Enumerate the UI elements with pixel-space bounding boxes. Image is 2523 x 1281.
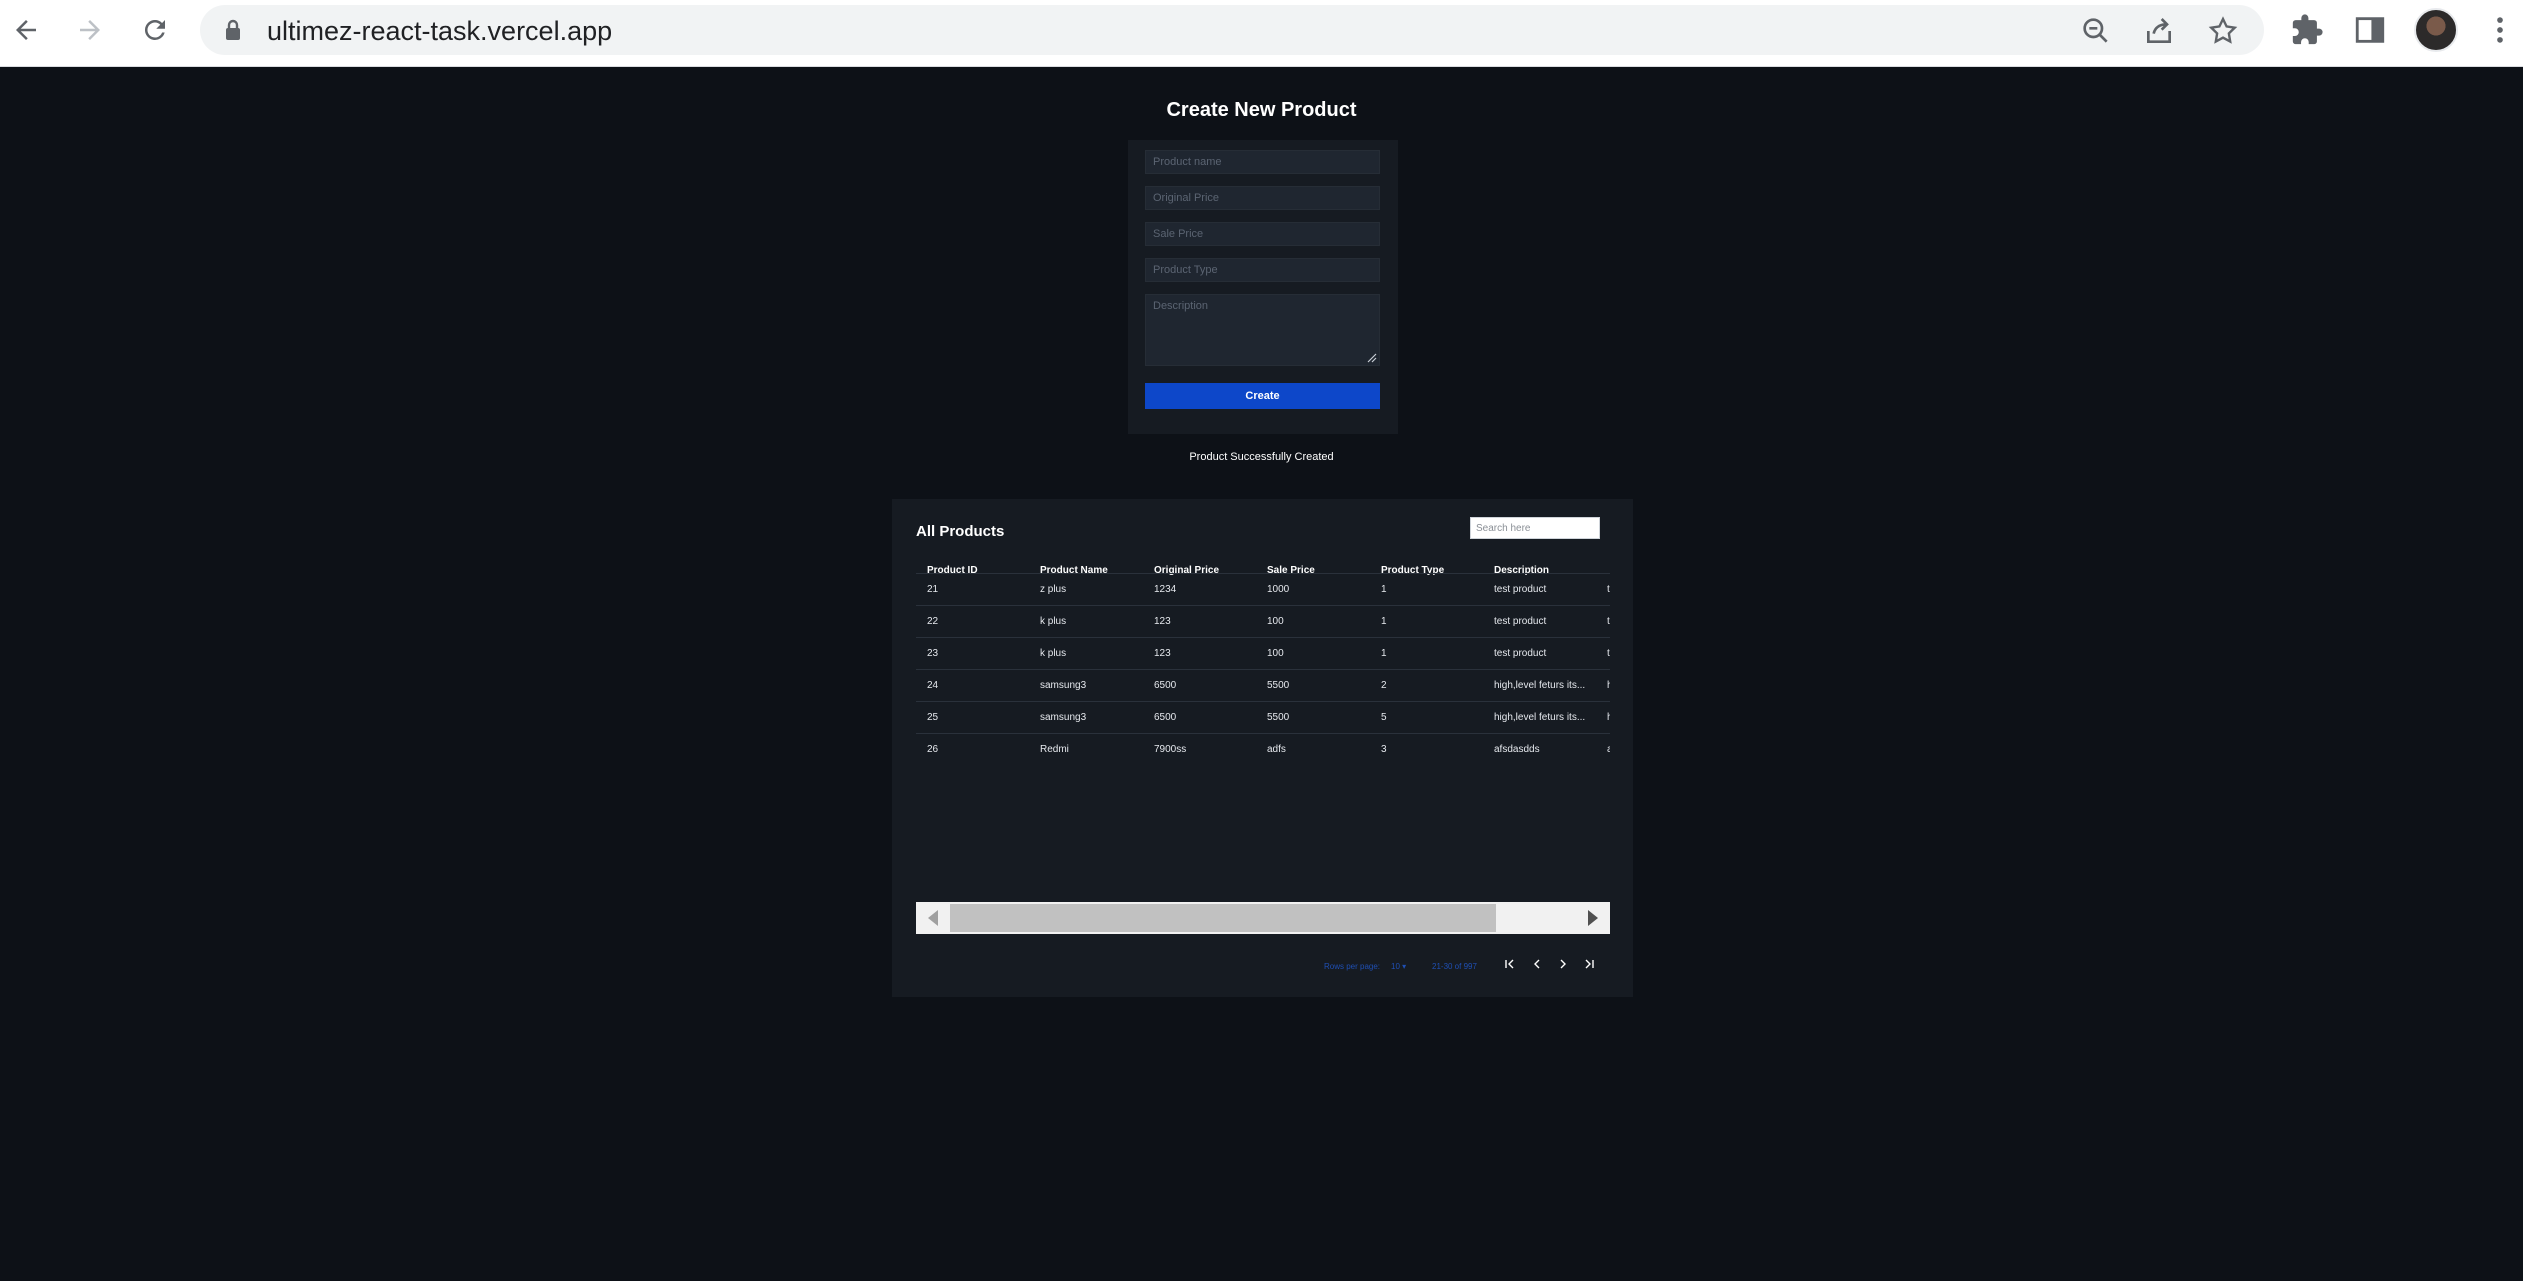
next-page-button[interactable] <box>1555 956 1571 972</box>
rows-per-page-label: Rows per page: <box>1324 962 1381 971</box>
status-message: Product Successfully Created <box>1189 451 1334 463</box>
cell-product-id: 21 <box>927 584 939 595</box>
bookmark-star-icon[interactable] <box>2207 15 2239 47</box>
cell-sale-price: 1000 <box>1267 584 1290 595</box>
forward-arrow-icon <box>80 20 100 40</box>
product-name-input[interactable]: Product name <box>1145 150 1380 174</box>
description-textarea[interactable]: Description <box>1145 294 1380 366</box>
table-row[interactable]: 22 k plus 123 100 1 test product test product <box>916 605 1610 637</box>
cell-description: test product <box>1494 648 1547 659</box>
lock-icon <box>226 19 240 40</box>
rows-per-page-select[interactable]: 10 ▾ <box>1391 962 1406 971</box>
search-input[interactable]: Search here <box>1470 517 1600 539</box>
page-content: Create New Product Product name Original… <box>0 67 2523 1281</box>
cell-truncated: high,level feturs its... <box>1607 680 1610 691</box>
zoom-out-icon[interactable] <box>2080 15 2112 47</box>
cell-description: high,level feturs its... <box>1494 712 1586 723</box>
cell-product-name: z plus <box>1040 584 1067 595</box>
cell-truncated: test product <box>1607 648 1610 659</box>
cell-truncated: high,level feturs its... <box>1607 712 1610 723</box>
scrollbar-thumb[interactable] <box>950 904 1496 932</box>
cell-original-price: 6500 <box>1154 712 1177 723</box>
cell-product-name: samsung3 <box>1040 680 1087 691</box>
create-button[interactable]: Create <box>1145 383 1380 409</box>
cell-original-price: 1234 <box>1154 584 1177 595</box>
cell-product-id: 24 <box>927 680 939 691</box>
extensions-puzzle-icon[interactable] <box>2290 13 2324 47</box>
chevron-left-icon <box>1534 959 1540 969</box>
table-row[interactable]: 21 z plus 1234 1000 1 test product test produc… <box>916 573 1610 605</box>
sale-price-input[interactable]: Sale Price <box>1145 222 1380 246</box>
original-price-input[interactable]: Original Price <box>1145 186 1380 210</box>
cell-original-price: 123 <box>1154 648 1171 659</box>
product-type-input[interactable]: Product Type <box>1145 258 1380 282</box>
cell-product-type: 1 <box>1381 616 1387 627</box>
browser-toolbar: ultimez-react-task.vercel.app <box>0 0 2523 67</box>
resize-handle-icon[interactable] <box>1365 351 1377 363</box>
cell-original-price: 7900ss <box>1154 744 1187 755</box>
side-panel-icon[interactable] <box>2353 13 2387 47</box>
pagination-range: 21-30 of 997 <box>1432 962 1477 971</box>
products-panel: All Products Search here Product ID Prod… <box>892 499 1633 997</box>
rows-per-page-value: 10 <box>1391 962 1400 971</box>
cell-product-id: 22 <box>927 616 939 627</box>
back-arrow-icon <box>16 20 36 40</box>
cell-product-type: 1 <box>1381 584 1387 595</box>
table-row[interactable]: 23 k plus 123 100 1 test product test product <box>916 637 1610 669</box>
cell-product-id: 25 <box>927 712 939 723</box>
address-bar[interactable]: ultimez-react-task.vercel.app <box>200 5 2264 55</box>
cell-original-price: 6500 <box>1154 680 1177 691</box>
cell-description: high,level feturs its... <box>1494 680 1586 691</box>
cell-original-price: 123 <box>1154 616 1171 627</box>
cell-description: test product <box>1494 616 1547 627</box>
reload-icon <box>144 19 165 40</box>
cell-sale-price: 100 <box>1267 616 1284 627</box>
cell-product-type: 2 <box>1381 680 1387 691</box>
scroll-right-icon[interactable] <box>1588 910 1598 926</box>
cell-sale-price: 5500 <box>1267 712 1290 723</box>
last-page-button[interactable] <box>1581 956 1597 972</box>
share-icon[interactable] <box>2143 15 2175 47</box>
cell-truncated: afsdasdds <box>1607 744 1610 755</box>
forward-button[interactable] <box>70 10 110 50</box>
cell-product-id: 26 <box>927 744 939 755</box>
products-table: Product ID Product Name Original Price S… <box>916 555 1610 761</box>
cell-description: test product <box>1494 584 1547 595</box>
horizontal-scrollbar[interactable] <box>916 902 1610 934</box>
back-button[interactable] <box>6 10 46 50</box>
cell-product-type: 1 <box>1381 648 1387 659</box>
cell-product-type: 5 <box>1381 712 1387 723</box>
url-text: ultimez-react-task.vercel.app <box>267 16 613 46</box>
cell-sale-price: 5500 <box>1267 680 1290 691</box>
first-page-icon <box>1505 959 1514 969</box>
cell-product-type: 3 <box>1381 744 1387 755</box>
previous-page-button[interactable] <box>1529 956 1545 972</box>
cell-description: afsdasdds <box>1494 744 1540 755</box>
chevron-right-icon <box>1560 959 1566 969</box>
table-row[interactable]: 26 Redmi 7900ss adfs 3 afsdasdds afsdasdds <box>916 733 1610 761</box>
table-row[interactable]: 25 samsung3 6500 5500 5 high,level feturs its… <box>916 701 1610 733</box>
first-page-button[interactable] <box>1502 956 1518 972</box>
cell-product-name: k plus <box>1040 616 1067 627</box>
scroll-left-icon[interactable] <box>928 910 938 926</box>
cell-product-name: samsung3 <box>1040 712 1087 723</box>
products-title: All Products <box>916 523 1005 540</box>
form-title: Create New Product <box>1166 99 1357 121</box>
cell-truncated: test product <box>1607 584 1610 595</box>
description-placeholder: Description <box>1153 300 1209 312</box>
create-product-form: Product name Original Price Sale Price P… <box>1128 140 1398 434</box>
reload-button[interactable] <box>135 10 175 50</box>
kebab-menu-icon[interactable] <box>2483 13 2517 47</box>
cell-product-id: 23 <box>927 648 939 659</box>
cell-sale-price: adfs <box>1267 744 1286 755</box>
profile-avatar[interactable] <box>2414 8 2458 52</box>
chevron-down-icon: ▾ <box>1402 962 1407 971</box>
cell-product-name: k plus <box>1040 648 1067 659</box>
table-row[interactable]: 24 samsung3 6500 5500 2 high,level feturs its… <box>916 669 1610 701</box>
cell-sale-price: 100 <box>1267 648 1284 659</box>
last-page-icon <box>1585 959 1594 969</box>
cell-product-name: Redmi <box>1040 744 1069 755</box>
cell-truncated: test product <box>1607 616 1610 627</box>
